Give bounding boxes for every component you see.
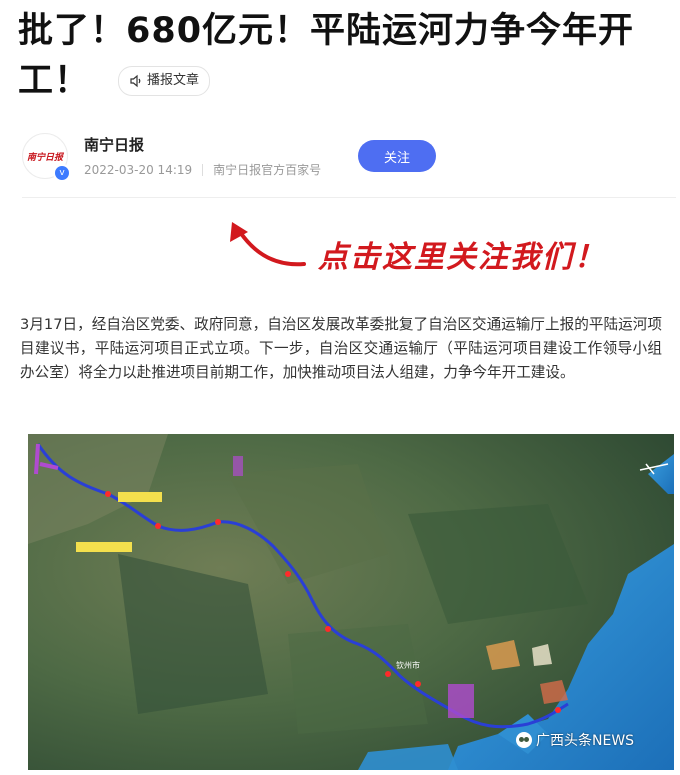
source-label: 南宁日报官方百家号 [213, 163, 322, 177]
title-line-2: 工！ [18, 61, 91, 101]
canal-route-map: 钦州市 广西头条NEWS [28, 434, 674, 770]
listen-article-button[interactable]: 播报文章 [118, 66, 211, 96]
meta-divider [202, 163, 204, 176]
publish-date: 2022-03-20 14:19 [84, 162, 193, 177]
city-label: 钦州市 [396, 661, 420, 670]
verified-icon: v [53, 164, 71, 182]
article-meta: 2022-03-20 14:19 南宁日报官方百家号 [84, 161, 321, 178]
author-bar: 南宁日报 v 南宁日报 2022-03-20 14:19 南宁日报官方百家号 关… [22, 133, 672, 182]
listen-article-label: 播报文章 [147, 73, 200, 88]
speaker-icon [130, 74, 141, 88]
watermark-text: 广西头条NEWS [536, 733, 635, 749]
banner-text: 点击这里关注我们！ [318, 240, 606, 275]
article-paragraph: 3月17日，经自治区党委、政府同意，自治区发展改革委批复了自治区交通运输厅上报的… [20, 316, 662, 381]
author-name[interactable]: 南宁日报 [84, 134, 144, 155]
avatar-logo-text: 南宁日报 [26, 152, 63, 163]
wechat-icon [516, 732, 532, 748]
title-line-1: 批了！680亿元！平陆运河力争今年开 [18, 11, 635, 51]
article-title: 批了！680亿元！平陆运河力争今年开 工！ 播报文章 [18, 6, 668, 106]
satellite-map-image [28, 434, 674, 770]
watermark: 广西头条NEWS [516, 730, 634, 750]
arrow-up-left-icon [230, 222, 306, 267]
follow-us-banner[interactable]: 点击这里关注我们！ [220, 218, 620, 282]
header-divider [22, 197, 676, 198]
follow-button[interactable]: 关注 [358, 140, 436, 172]
